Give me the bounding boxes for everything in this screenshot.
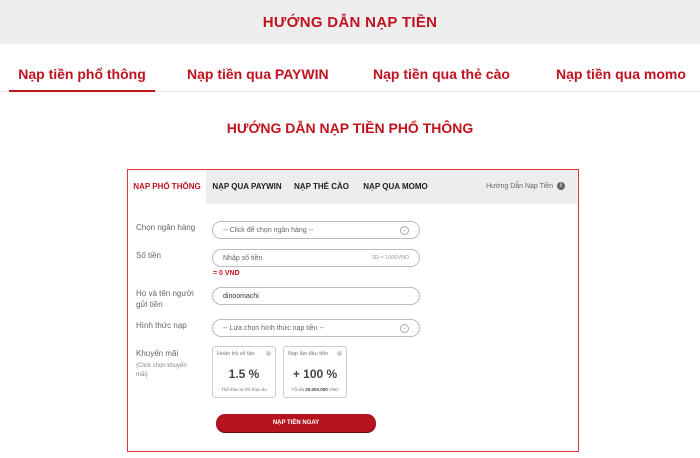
promo-card-cashback[interactable]: Hoàn trả vô tận 1.5 % Thể thao & thể tha… (212, 346, 276, 398)
inner-tab-momo[interactable]: NẠP QUA MOMO (355, 170, 436, 204)
promo-value: 1.5 % (228, 367, 260, 381)
promo-sub-line2: mãi) (136, 372, 148, 378)
amount-input-placeholder: Nhập số tiền (223, 254, 263, 262)
radio-icon (266, 351, 271, 356)
amount-input[interactable]: Nhập số tiền 1Đ = 1000VND (212, 249, 420, 267)
page-title: HƯỚNG DẪN NẠP TIỀN (262, 13, 438, 31)
promo-title: Hoàn trả vô tận (217, 351, 255, 357)
promo-desc: Tối đa 20.000.000 VND (284, 387, 346, 392)
main-tabs: Nạp tiền phổ thông Nạp tiền qua PAYWIN N… (0, 56, 700, 92)
sender-name-label-line2: gửi tiền (136, 300, 163, 309)
tab-nap-momo[interactable]: Nạp tiền qua momo (556, 56, 686, 92)
inner-tabs: NẠP PHỔ THÔNG NẠP QUA PAYWIN NẠP THẺ CÀO… (128, 170, 577, 204)
promo-title: Nạp lần đầu tiên (288, 351, 329, 357)
guide-link[interactable]: Hướng Dẫn Nạp Tiền i (436, 170, 577, 204)
promo-desc: Thể thao & thể thao ảo (221, 387, 267, 392)
deposit-now-button[interactable]: NẠP TIỀN NGAY (216, 414, 376, 432)
method-select-placeholder: -- Lựa chọn hình thức nạp tiền -- (223, 324, 325, 332)
inner-tab-paywin[interactable]: NẠP QUA PAYWIN (206, 170, 288, 204)
chevron-down-icon: ⌄ (400, 323, 409, 333)
tab-nap-the-cao[interactable]: Nạp tiền qua thẻ cào (373, 56, 510, 92)
method-label: Hình thức nạp (136, 321, 187, 330)
amount-converted: = 0 VND (213, 270, 240, 277)
tab-nap-paywin[interactable]: Nạp tiền qua PAYWIN (187, 56, 329, 92)
method-select[interactable]: -- Lựa chọn hình thức nạp tiền -- ⌄ (212, 319, 420, 337)
promo-label: Khuyến mãi (136, 349, 179, 358)
tab-nap-pho-thong[interactable]: Nạp tiền phổ thông (9, 56, 155, 92)
promo-value: + 100 % (292, 367, 338, 381)
section-title: HƯỚNG DẪN NẠP TIỀN PHỔ THÔNG (226, 120, 474, 136)
inner-tab-the-cao[interactable]: NẠP THẺ CÀO (288, 170, 355, 204)
radio-icon (337, 351, 342, 356)
top-header: HƯỚNG DẪN NẠP TIỀN (0, 0, 700, 44)
sender-name-value: dinoomachi (223, 292, 259, 300)
promo-desc-unit: VND (327, 387, 339, 392)
info-icon: i (557, 182, 565, 191)
promo-sub-line1: (Click chọn khuyến (136, 363, 187, 369)
inner-tab-pho-thong[interactable]: NẠP PHỔ THÔNG (128, 170, 206, 204)
bank-select[interactable]: -- Click để chọn ngân hàng -- ⌄ (212, 221, 420, 239)
amount-hint: 1Đ = 1000VND (371, 255, 409, 261)
bank-select-placeholder: -- Click để chọn ngân hàng -- (223, 226, 314, 234)
bank-label: Chọn ngân hàng (136, 223, 196, 232)
promo-desc-max: 20.000.000 (305, 387, 328, 392)
chevron-down-icon: ⌄ (400, 225, 409, 235)
promo-desc-prefix: Tối đa (291, 387, 306, 392)
promo-card-first-deposit[interactable]: Nạp lần đầu tiên + 100 % Tối đa 20.000.0… (283, 346, 347, 398)
sender-name-label-line1: Họ và tên người (136, 289, 194, 298)
guide-link-label: Hướng Dẫn Nạp Tiền (486, 183, 553, 190)
deposit-panel: NẠP PHỔ THÔNG NẠP QUA PAYWIN NẠP THẺ CÀO… (127, 169, 579, 452)
sender-name-input[interactable]: dinoomachi (212, 287, 420, 305)
amount-label: Số tiền (136, 251, 161, 260)
